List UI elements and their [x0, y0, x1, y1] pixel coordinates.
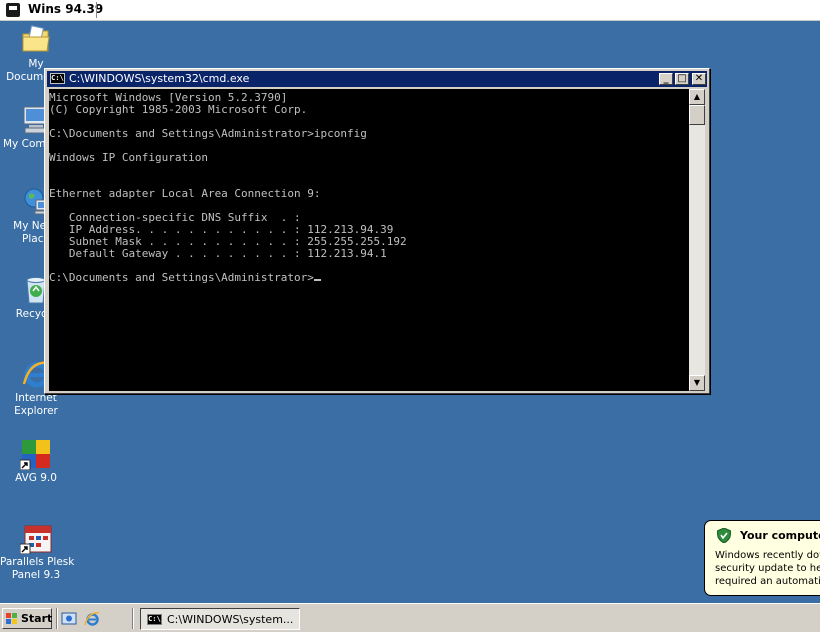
- console-line: C:\Documents and Settings\Administrator>: [49, 271, 314, 284]
- start-button[interactable]: Start: [2, 608, 52, 629]
- console-output[interactable]: Microsoft Windows [Version 5.2.3790] (C)…: [49, 89, 689, 391]
- console-line: Ethernet adapter Local Area Connection 9…: [49, 187, 321, 200]
- scroll-down-button[interactable]: ▼: [689, 375, 705, 391]
- console-line: (C) Copyright 1985-2003 Microsoft Corp.: [49, 103, 308, 116]
- taskbar-divider: [132, 608, 134, 629]
- remote-session-bar: Wins 94.39: [0, 0, 820, 21]
- plesk-calendar-icon: [19, 522, 52, 555]
- folder-with-document-icon: [20, 24, 52, 56]
- app-logo-icon: [6, 3, 20, 17]
- minimize-button[interactable]: _: [659, 73, 673, 85]
- desktop-icon-label: Internet Explorer: [14, 392, 58, 417]
- maximize-button[interactable]: □: [675, 73, 689, 85]
- quicklaunch-divider: [56, 608, 58, 629]
- cmd-taskbar-icon: C:\: [147, 614, 162, 625]
- start-label: Start: [21, 612, 53, 625]
- show-desktop-icon[interactable]: [61, 611, 77, 627]
- cmd-window[interactable]: C:\ C:\WINDOWS\system32\cmd.exe _ □ ✕ Mi…: [44, 68, 710, 394]
- console-line: Default Gateway . . . . . . . . . : 112.…: [49, 247, 387, 260]
- text-cursor: [313, 279, 321, 281]
- taskbar-item-label: C:\WINDOWS\system...: [167, 613, 294, 626]
- cmd-app-icon: C:\: [50, 73, 65, 84]
- internet-explorer-quicklaunch-icon[interactable]: [84, 611, 100, 627]
- desktop-icon-parallels-plesk[interactable]: Parallels Plesk Panel 9.3: [0, 522, 75, 582]
- desktop-icon-avg[interactable]: AVG 9.0: [0, 438, 72, 485]
- session-title: Wins 94.39: [28, 2, 104, 16]
- console-text: Microsoft Windows [Version 5.2.3790] (C)…: [49, 92, 689, 284]
- cmd-window-title: C:\WINDOWS\system32\cmd.exe: [69, 72, 250, 85]
- console-line: C:\Documents and Settings\Administrator>…: [49, 127, 367, 140]
- scroll-up-button[interactable]: ▲: [689, 89, 705, 105]
- cmd-title-bar[interactable]: C:\ C:\WINDOWS\system32\cmd.exe _ □ ✕: [47, 71, 707, 87]
- windows-flag-icon: [6, 613, 18, 624]
- vertical-scrollbar[interactable]: ▲ ▼: [689, 89, 705, 391]
- avg-antivirus-icon: [19, 438, 52, 471]
- scroll-thumb[interactable]: [689, 105, 705, 125]
- balloon-title: Your computer: [740, 529, 820, 542]
- close-button[interactable]: ✕: [692, 73, 706, 85]
- security-shield-icon: [716, 527, 732, 544]
- desktop-icon-label: Parallels Plesk Panel 9.3: [0, 556, 75, 581]
- security-update-balloon[interactable]: Your computer Windows recently dow secur…: [704, 520, 820, 596]
- balloon-body: Windows recently dow security update to …: [715, 550, 820, 587]
- taskbar: Start C:\ C:\WINDOWS\system...: [0, 603, 820, 632]
- divider: [96, 2, 97, 18]
- desktop-icon-label: AVG 9.0: [15, 472, 57, 484]
- taskbar-item-cmd[interactable]: C:\ C:\WINDOWS\system...: [140, 608, 300, 630]
- console-line: Windows IP Configuration: [49, 151, 208, 164]
